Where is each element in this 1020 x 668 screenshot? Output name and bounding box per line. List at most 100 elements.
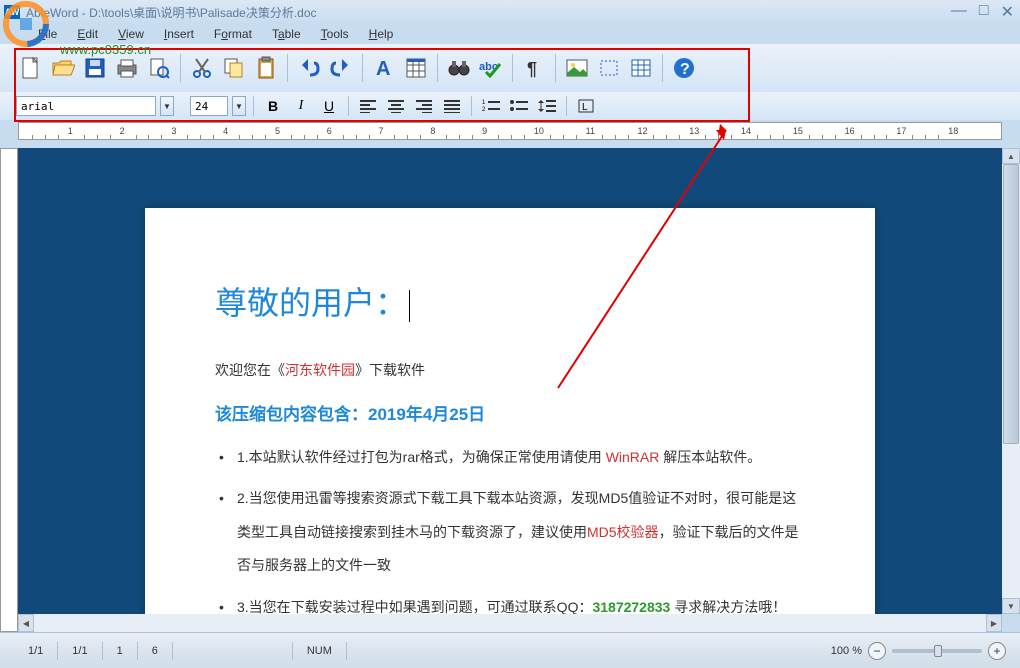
align-left-button[interactable] [356,95,380,117]
zoom-slider[interactable] [892,649,982,653]
scroll-left-button[interactable]: ◀ [18,614,34,632]
copy-button[interactable] [219,52,249,84]
menu-view[interactable]: View [110,25,152,43]
minimize-button[interactable]: — [951,2,967,22]
doc-heading[interactable]: 尊敬的用户： [215,278,805,324]
italic-button[interactable]: I [289,95,313,117]
status-num: NUM [293,642,347,660]
print-preview-button[interactable] [144,52,174,84]
menu-edit[interactable]: Edit [69,25,106,43]
font-size-dropdown[interactable]: ▼ [232,96,246,116]
help-icon: ? [673,57,695,79]
bold-button[interactable]: B [261,95,285,117]
paragraph-marks-button[interactable]: ¶ [519,52,549,84]
clipboard-icon [256,56,276,80]
font-size-input[interactable] [190,96,228,116]
vertical-ruler[interactable] [0,148,18,632]
floppy-icon [84,57,106,79]
horizontal-scrollbar[interactable]: ◀ ▶ [18,614,1002,632]
svg-text:1: 1 [482,100,486,106]
align-right-icon [416,99,432,113]
selection-icon [599,59,619,77]
spellcheck-button[interactable]: abc [476,52,506,84]
list-item[interactable]: 2.当您使用迅雷等搜索资源式下载工具下载本站资源，发现MD5值验证不对时，很可能… [215,482,805,583]
text-cursor [409,290,410,322]
numbered-list-icon: 12 [482,99,500,113]
open-button[interactable] [48,52,78,84]
app-icon: AW [4,5,20,19]
horizontal-ruler[interactable]: 123456789101112131415161718 [18,122,1002,140]
document-area[interactable]: 尊敬的用户： 欢迎您在《河东软件园》下载软件 该压缩包内容包含：2019年4月2… [18,148,1002,632]
insert-table-button[interactable] [626,52,656,84]
status-col: 6 [138,642,173,660]
printer-icon [115,57,139,79]
new-button[interactable] [16,52,46,84]
print-preview-icon [148,57,170,79]
menu-insert[interactable]: Insert [156,25,202,43]
statusbar: 1/1 1/1 1 6 NUM 100 % − + [0,632,1020,668]
align-center-icon [388,99,404,113]
window-title: AbleWord - D:\tools\桌面\说明书\Palisade决策分析.… [26,4,317,21]
cut-button[interactable] [187,52,217,84]
scroll-right-button[interactable]: ▶ [986,614,1002,632]
maximize-button[interactable]: □ [979,2,989,22]
list-item[interactable]: 1.本站默认软件经过打包为rar格式，为确保正常使用请使用 WinRAR 解压本… [215,441,805,475]
underline-button[interactable]: U [317,95,341,117]
line-spacing-icon [538,98,556,114]
new-file-icon [20,56,42,80]
scroll-thumb[interactable] [1003,164,1019,444]
menu-format[interactable]: Format [206,25,260,43]
vertical-scrollbar[interactable]: ▲ ▼ [1002,148,1020,614]
ltr-icon: L [578,99,594,113]
folder-open-icon [51,57,75,79]
menu-tools[interactable]: Tools [313,25,357,43]
align-left-icon [360,99,376,113]
bullet-list-icon [510,99,528,113]
zoom-in-button[interactable]: + [988,642,1006,660]
svg-text:?: ? [680,61,690,78]
font-name-dropdown[interactable]: ▼ [160,96,174,116]
doc-paragraph[interactable]: 欢迎您在《河东软件园》下载软件 [215,354,805,388]
ltr-button[interactable]: L [574,95,598,117]
help-button[interactable]: ? [669,52,699,84]
doc-subheading[interactable]: 该压缩包内容包含：2019年4月25日 [215,400,805,425]
font-name-input[interactable] [16,96,156,116]
insert-image-button[interactable] [562,52,592,84]
menu-table[interactable]: Table [264,25,309,43]
page[interactable]: 尊敬的用户： 欢迎您在《河东软件园》下载软件 该压缩包内容包含：2019年4月2… [145,208,875,632]
scroll-down-button[interactable]: ▼ [1002,598,1020,614]
svg-text:A: A [376,58,390,79]
svg-text:L: L [582,102,588,113]
font-button[interactable]: A [369,52,399,84]
line-spacing-button[interactable] [535,95,559,117]
paste-button[interactable] [251,52,281,84]
undo-button[interactable] [294,52,324,84]
save-button[interactable] [80,52,110,84]
status-page: 1/1 [14,642,58,660]
align-center-button[interactable] [384,95,408,117]
numbered-list-button[interactable]: 12 [479,95,503,117]
scroll-up-button[interactable]: ▲ [1002,148,1020,164]
zoom-value: 100 % [831,645,862,657]
redo-button[interactable] [326,52,356,84]
menubar: File Edit View Insert Format Table Tools… [0,24,1020,44]
spellcheck-icon: abc [478,58,504,78]
align-justify-button[interactable] [440,95,464,117]
scissors-icon [192,57,212,79]
align-right-button[interactable] [412,95,436,117]
table-button[interactable] [401,52,431,84]
menu-help[interactable]: Help [361,25,402,43]
zoom-out-button[interactable]: − [868,642,886,660]
svg-text:¶: ¶ [527,59,537,78]
bullet-list-button[interactable] [507,95,531,117]
formatting-toolbar: ▼ ▼ B I U 12 L [0,92,1020,120]
select-button[interactable] [594,52,624,84]
table-icon [406,58,426,78]
menu-file[interactable]: File [30,25,65,43]
find-button[interactable] [444,52,474,84]
main-toolbar: A abc ¶ ? [16,48,1004,88]
image-icon [566,59,588,77]
print-button[interactable] [112,52,142,84]
close-button[interactable]: ✕ [1001,2,1014,22]
undo-icon [298,59,320,77]
